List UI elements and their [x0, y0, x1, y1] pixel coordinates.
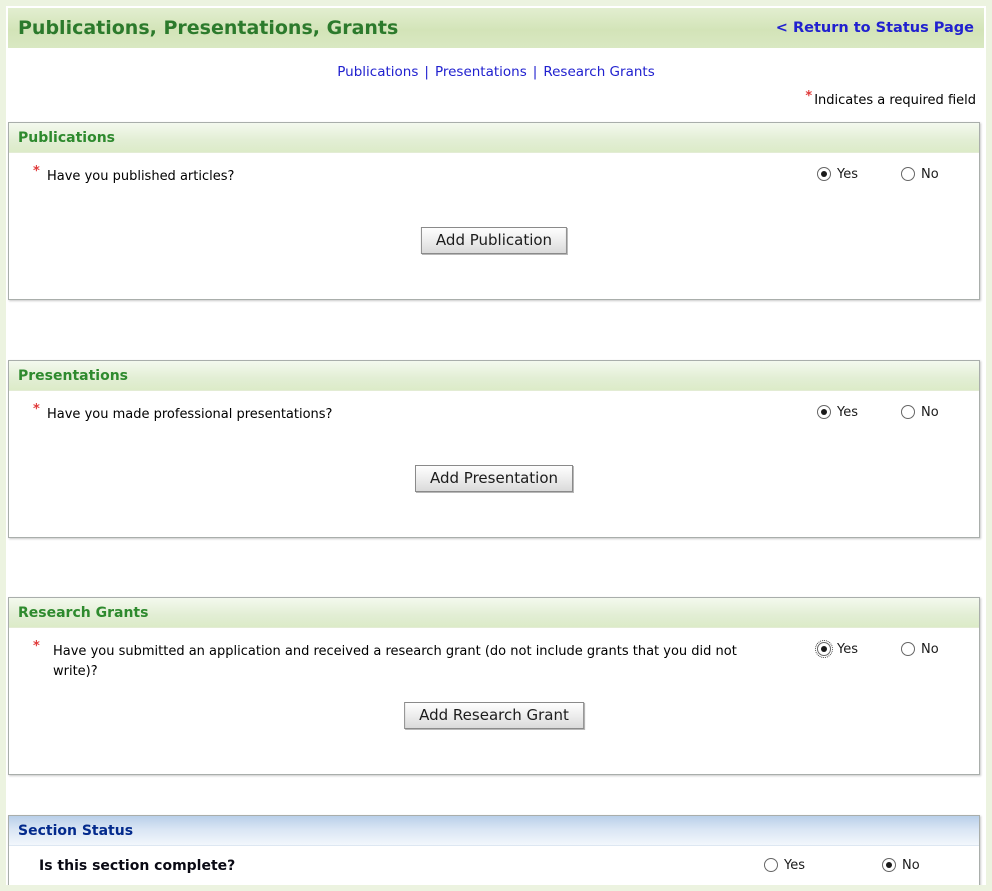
publications-question-text: Have you published articles? — [47, 167, 737, 187]
add-presentation-button[interactable]: Add Presentation — [415, 465, 573, 492]
presentations-section-header: Presentations — [9, 361, 979, 391]
research-grants-section: Research Grants * Have you submitted an … — [8, 597, 980, 775]
research-grants-yes-label: Yes — [837, 642, 858, 657]
section-complete-yes-option: Yes — [764, 858, 805, 873]
section-complete-no-option: No — [882, 858, 920, 873]
presentations-section-title: Presentations — [18, 368, 128, 384]
required-note-text: Indicates a required field — [814, 93, 976, 108]
publications-section-title: Publications — [18, 130, 115, 146]
presentations-question-text: Have you made professional presentations… — [47, 405, 737, 425]
research-grants-yes-radio[interactable] — [817, 642, 831, 656]
publications-yes-option: Yes — [817, 167, 858, 182]
page-title: Publications, Presentations, Grants — [18, 17, 398, 39]
publications-no-option: No — [901, 167, 939, 182]
presentations-yes-label: Yes — [837, 405, 858, 420]
publications-yes-label: Yes — [837, 167, 858, 182]
presentations-no-radio[interactable] — [901, 405, 915, 419]
nav-link-research-grants[interactable]: Research Grants — [543, 64, 654, 80]
add-publication-button[interactable]: Add Publication — [421, 227, 567, 254]
section-complete-yes-radio[interactable] — [764, 858, 778, 872]
section-status-box: Section Status Is this section complete?… — [8, 815, 980, 886]
research-grants-yes-option: Yes — [817, 642, 858, 657]
nav-separator: | — [533, 64, 538, 80]
required-asterisk: * — [33, 639, 40, 654]
required-field-note: *Indicates a required field — [805, 89, 976, 108]
page-header-bar: Publications, Presentations, Grants < Re… — [8, 8, 984, 48]
publications-no-radio[interactable] — [901, 167, 915, 181]
nav-link-presentations[interactable]: Presentations — [435, 64, 527, 80]
publications-section-header: Publications — [9, 123, 979, 153]
publications-yes-radio[interactable] — [817, 167, 831, 181]
nav-separator: | — [424, 64, 429, 80]
presentations-section: Presentations * Have you made profession… — [8, 360, 980, 538]
add-research-grant-button[interactable]: Add Research Grant — [404, 702, 584, 729]
section-complete-no-radio[interactable] — [882, 858, 896, 872]
research-grants-section-title: Research Grants — [18, 605, 148, 621]
section-status-title: Section Status — [18, 823, 133, 839]
nav-link-publications[interactable]: Publications — [337, 64, 418, 80]
research-grants-no-option: No — [901, 642, 939, 657]
presentations-yes-radio[interactable] — [817, 405, 831, 419]
research-grants-no-label: No — [921, 642, 939, 657]
required-asterisk: * — [33, 164, 40, 179]
return-to-status-page-link[interactable]: < Return to Status Page — [776, 20, 974, 36]
section-anchor-nav: Publications | Presentations | Research Gran… — [6, 64, 986, 80]
research-grants-section-header: Research Grants — [9, 598, 979, 628]
research-grants-question-text: Have you submitted an application and re… — [53, 642, 743, 682]
section-status-header: Section Status — [9, 816, 979, 846]
section-complete-no-label: No — [902, 858, 920, 873]
research-grants-no-radio[interactable] — [901, 642, 915, 656]
publications-no-label: No — [921, 167, 939, 182]
required-asterisk: * — [805, 89, 812, 104]
presentations-no-label: No — [921, 405, 939, 420]
section-complete-yes-label: Yes — [784, 858, 805, 873]
presentations-yes-option: Yes — [817, 405, 858, 420]
publications-presentations-grants-page: Publications, Presentations, Grants < Re… — [0, 0, 992, 891]
section-complete-question-text: Is this section complete? — [39, 858, 235, 874]
required-asterisk: * — [33, 402, 40, 417]
presentations-no-option: No — [901, 405, 939, 420]
publications-section: Publications * Have you published articl… — [8, 122, 980, 300]
